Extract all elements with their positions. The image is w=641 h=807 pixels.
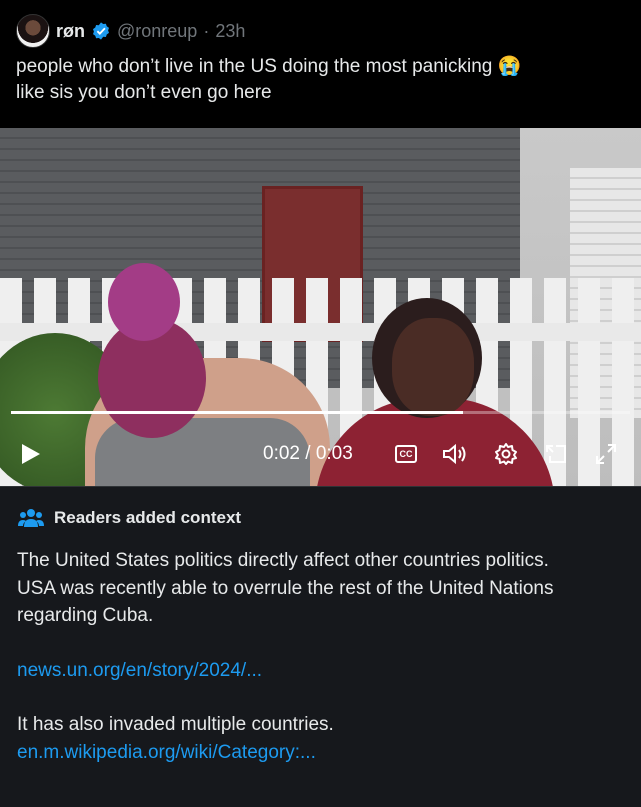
closed-captions-button[interactable]: CC	[392, 436, 420, 472]
people-icon	[18, 509, 44, 527]
tweet-text: people who don’t live in the US doing th…	[16, 54, 616, 106]
fence-rail	[0, 323, 641, 341]
video-time: 0:02 / 0:03	[263, 443, 353, 464]
closed-captions-icon: CC	[395, 445, 417, 463]
context-title: Readers added context	[54, 508, 242, 527]
fullscreen-button[interactable]	[592, 436, 620, 472]
video-progress-bar[interactable]	[11, 411, 630, 414]
separator: ·	[203, 20, 210, 41]
tweet-header: røn @ronreup · 23h	[16, 14, 245, 48]
context-body: The United States politics directly affe…	[17, 547, 617, 766]
pop-out-button[interactable]	[542, 436, 570, 472]
context-header: Readers added context	[18, 507, 241, 529]
context-paragraph: USA was recently able to overrule the re…	[17, 577, 554, 627]
person-left-hair-bun	[108, 263, 180, 341]
video-controls: 0:02 / 0:03 CC	[0, 436, 641, 486]
author-handle[interactable]: @ronreup	[117, 21, 197, 42]
context-source-link[interactable]: news.un.org/en/story/2024/...	[17, 657, 617, 685]
volume-button[interactable]	[440, 436, 470, 472]
fullscreen-icon	[596, 444, 616, 464]
settings-icon	[495, 443, 517, 465]
avatar[interactable]	[16, 14, 50, 48]
play-icon	[22, 444, 40, 464]
video-progress-fill	[11, 411, 463, 414]
play-button[interactable]	[18, 436, 44, 472]
pop-out-icon	[546, 445, 566, 463]
context-source-link[interactable]: en.m.wikipedia.org/wiki/Category:...	[17, 739, 617, 767]
context-paragraph: It has also invaded multiple countries.	[17, 714, 334, 735]
settings-button[interactable]	[492, 436, 520, 472]
readers-context-card: Readers added context The United States …	[0, 486, 641, 807]
person-right-face	[392, 318, 474, 416]
timestamp[interactable]: 23h	[215, 21, 245, 42]
video-player[interactable]: 0:02 / 0:03 CC	[0, 128, 641, 486]
tweet-text-line: like sis you don’t even go here	[16, 82, 272, 103]
context-paragraph: The United States politics directly affe…	[17, 550, 549, 571]
author-name[interactable]: røn	[56, 21, 85, 42]
verified-badge-icon	[93, 22, 109, 40]
tweet-text-line: people who don’t live in the US doing th…	[16, 56, 522, 77]
volume-icon	[443, 443, 466, 465]
